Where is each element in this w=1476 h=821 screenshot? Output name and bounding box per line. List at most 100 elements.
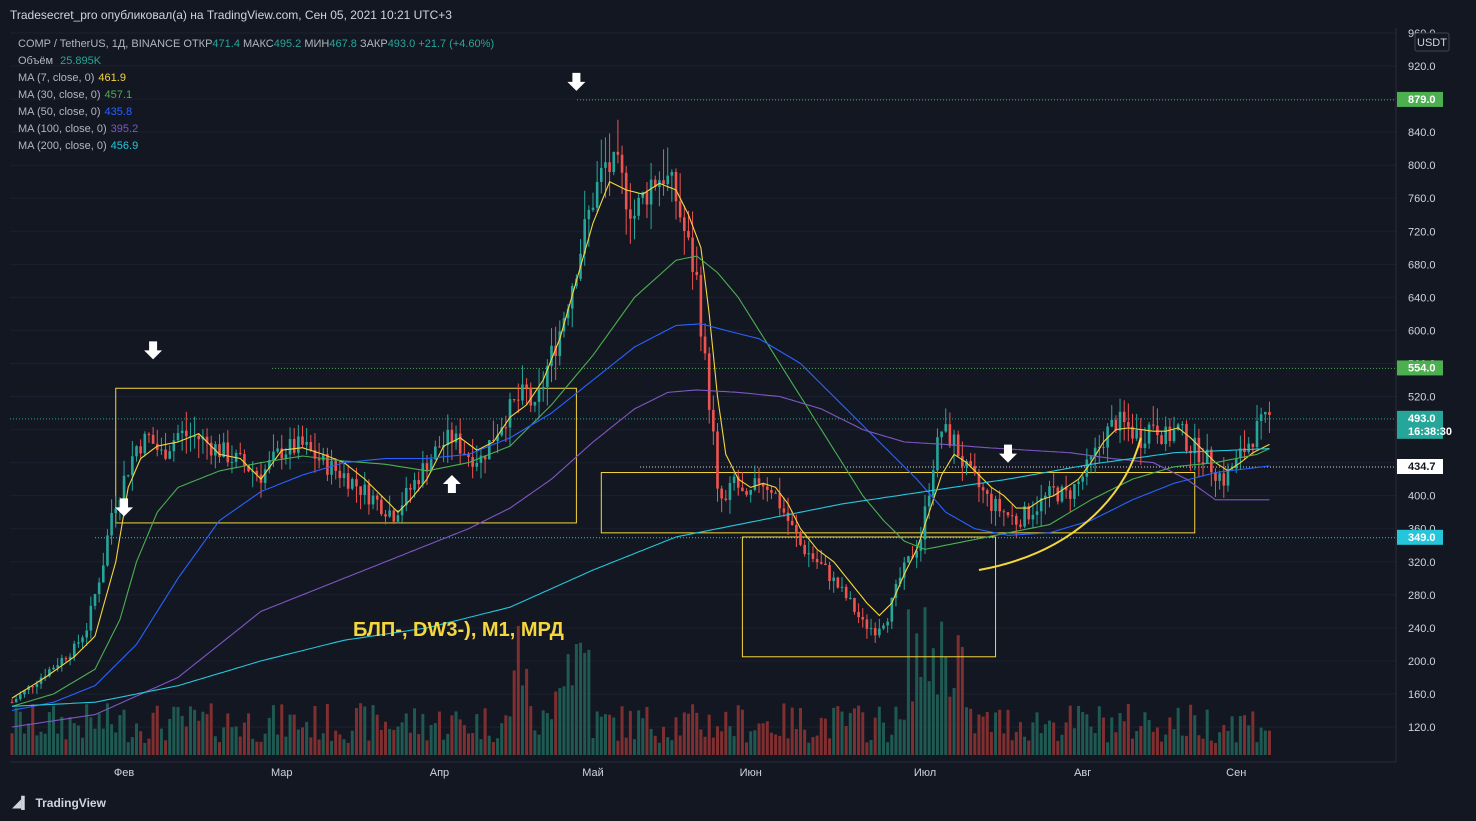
- volume-bar: [915, 633, 919, 755]
- volume-bar: [52, 705, 55, 755]
- volume-bar: [541, 710, 545, 755]
- volume-bar: [1056, 740, 1060, 755]
- volume-bar: [848, 712, 852, 755]
- volume-bar: [296, 729, 300, 755]
- volume-bar: [359, 703, 363, 755]
- volume-bar: [753, 730, 757, 755]
- volume-bar: [940, 621, 944, 755]
- candle-body: [309, 442, 313, 451]
- volume-bar: [259, 741, 263, 755]
- candle-body: [1143, 443, 1147, 448]
- volume-bar: [1214, 742, 1217, 755]
- volume-bar: [882, 722, 885, 755]
- volume-bar: [433, 723, 437, 755]
- candle-body: [952, 434, 956, 446]
- candle-body: [1006, 512, 1010, 516]
- volume-bar: [757, 723, 761, 755]
- volume-bar: [1118, 713, 1122, 755]
- candle-body: [844, 586, 848, 599]
- volume-bar: [994, 712, 998, 755]
- candle-body: [662, 180, 665, 185]
- volume-bar: [188, 706, 192, 755]
- volume-bar: [60, 716, 64, 755]
- volume-bar: [840, 711, 844, 755]
- volume-bar: [367, 740, 371, 755]
- time-tick-label: Июл: [914, 767, 936, 779]
- ma-legend-row[interactable]: MA (30, close, 0) 457.1: [18, 87, 494, 104]
- volume-bar: [720, 731, 724, 755]
- candle-body: [683, 217, 686, 231]
- volume-bar: [778, 735, 782, 755]
- ma-legend-value: 456.9: [110, 140, 139, 152]
- ma-legend-row[interactable]: MA (50, close, 0) 435.8: [18, 104, 494, 121]
- candle-body: [160, 449, 163, 451]
- volume-bar: [815, 735, 819, 755]
- volume-bar: [657, 742, 661, 755]
- candle-body: [994, 498, 997, 511]
- volume-bar: [471, 733, 475, 755]
- volume-bar: [1139, 726, 1143, 755]
- volume-bar: [583, 652, 587, 755]
- candle-body: [487, 440, 491, 460]
- symbol-name[interactable]: COMP / TetherUS, 1Д, BINANCE: [18, 38, 180, 50]
- ma-legend-row[interactable]: MA (100, close, 0) 395.2: [18, 121, 494, 138]
- candle-body: [288, 439, 292, 455]
- volume-bar: [662, 726, 666, 755]
- volume-bar: [786, 738, 790, 755]
- ma-legend-row[interactable]: MA (7, close, 0) 461.9: [18, 70, 494, 87]
- volume-bar: [56, 733, 60, 755]
- volume-bar: [902, 719, 906, 755]
- volume-bar: [861, 712, 865, 755]
- price-tick-label: 400.0: [1408, 491, 1436, 503]
- candle-body: [1135, 429, 1138, 439]
- candle-body: [649, 179, 653, 205]
- candle-body: [541, 386, 545, 390]
- candle-body: [292, 439, 296, 453]
- volume-bar: [633, 739, 636, 755]
- volume-bar: [425, 740, 429, 755]
- candle-body: [869, 628, 873, 630]
- price-tick-label: 680.0: [1408, 259, 1436, 271]
- volume-bar: [1097, 706, 1101, 755]
- volume-bar: [338, 734, 342, 755]
- volume-bar: [1010, 740, 1014, 755]
- candle-body: [741, 487, 744, 492]
- volume-label[interactable]: Объём: [18, 55, 53, 67]
- volume-bar: [126, 742, 130, 755]
- tradingview-brand[interactable]: ◢▍ TradingView: [12, 796, 106, 810]
- volume-bar: [317, 739, 321, 755]
- volume-bar: [1064, 722, 1068, 755]
- candle-body: [421, 463, 425, 485]
- candle-body: [89, 605, 93, 631]
- volume-bar: [417, 734, 421, 755]
- candle-body: [753, 478, 757, 490]
- volume-bar: [1243, 715, 1247, 755]
- volume-bar: [487, 735, 491, 755]
- volume-bar: [799, 708, 802, 755]
- volume-bar: [234, 726, 238, 755]
- volume-bar: [857, 705, 861, 755]
- volume-bar: [745, 742, 749, 755]
- volume-bar: [1014, 731, 1018, 755]
- candle-body: [948, 424, 952, 446]
- publish-header: Tradesecret_pro опубликовал(а) на Tradin…: [0, 0, 1476, 28]
- volume-bar: [388, 728, 392, 755]
- volume-bar: [384, 721, 387, 755]
- volume-bar: [334, 730, 338, 755]
- volume-bar: [765, 721, 769, 755]
- volume-bar: [346, 742, 350, 755]
- ma-legend-row[interactable]: MA (200, close, 0) 456.9: [18, 138, 494, 155]
- candle-body: [1193, 437, 1197, 454]
- volume-bar: [641, 718, 645, 755]
- candle-body: [604, 162, 607, 168]
- close-label: ЗАКР: [359, 38, 388, 50]
- volume-value: 25.895K: [60, 55, 102, 67]
- candle-body: [19, 694, 22, 700]
- candle-body: [396, 515, 400, 522]
- volume-bar: [894, 706, 898, 755]
- volume-bar: [1193, 715, 1197, 755]
- volume-bar: [43, 733, 47, 755]
- volume-bar: [305, 721, 309, 755]
- candle-body: [1251, 443, 1255, 448]
- volume-bar: [122, 709, 126, 755]
